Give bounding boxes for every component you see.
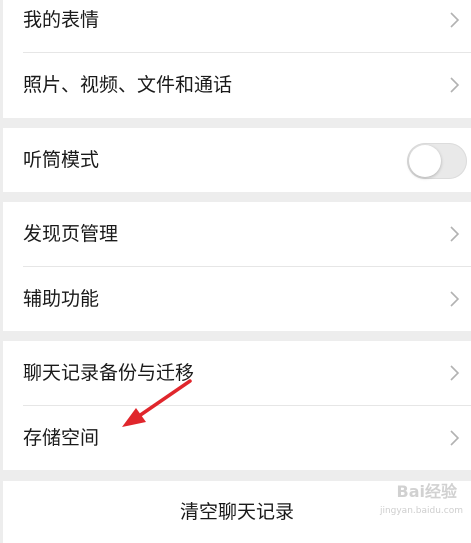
row-storage-space[interactable]: 存储空间	[3, 406, 471, 470]
settings-group-discover: 发现页管理 辅助功能	[3, 202, 471, 331]
row-photos-videos-files-calls[interactable]: 照片、视频、文件和通话	[3, 53, 471, 117]
row-label: 存储空间	[23, 427, 100, 449]
row-label: 照片、视频、文件和通话	[23, 74, 233, 96]
settings-group-storage: 聊天记录备份与迁移 存储空间	[3, 341, 471, 470]
clear-chat-history-button[interactable]: 清空聊天记录	[3, 481, 471, 543]
chevron-right-icon	[445, 224, 465, 244]
chevron-right-icon	[445, 10, 465, 30]
row-accessibility[interactable]: 辅助功能	[3, 267, 471, 331]
row-discover-management[interactable]: 发现页管理	[3, 202, 471, 266]
settings-screen: 我的表情 照片、视频、文件和通话 听筒模式 发现页管理 辅助功能 聊天记录备份与…	[0, 0, 471, 543]
settings-group-top: 我的表情 照片、视频、文件和通话	[3, 0, 471, 118]
chevron-right-icon	[445, 428, 465, 448]
row-chat-backup-migration[interactable]: 聊天记录备份与迁移	[3, 341, 471, 405]
row-label: 我的表情	[23, 9, 100, 31]
clear-chat-history-label: 清空聊天记录	[179, 501, 294, 523]
row-earpiece-mode: 听筒模式	[3, 128, 471, 192]
row-label: 发现页管理	[23, 223, 119, 245]
chevron-right-icon	[445, 363, 465, 383]
row-label: 辅助功能	[23, 288, 100, 310]
toggle-knob	[409, 145, 441, 177]
settings-group-earpiece: 听筒模式	[3, 128, 471, 192]
chevron-right-icon	[445, 75, 465, 95]
row-my-stickers[interactable]: 我的表情	[3, 0, 471, 52]
row-label: 聊天记录备份与迁移	[23, 362, 195, 384]
earpiece-mode-toggle[interactable]	[407, 143, 467, 179]
chevron-right-icon	[445, 289, 465, 309]
row-label: 听筒模式	[23, 149, 100, 171]
